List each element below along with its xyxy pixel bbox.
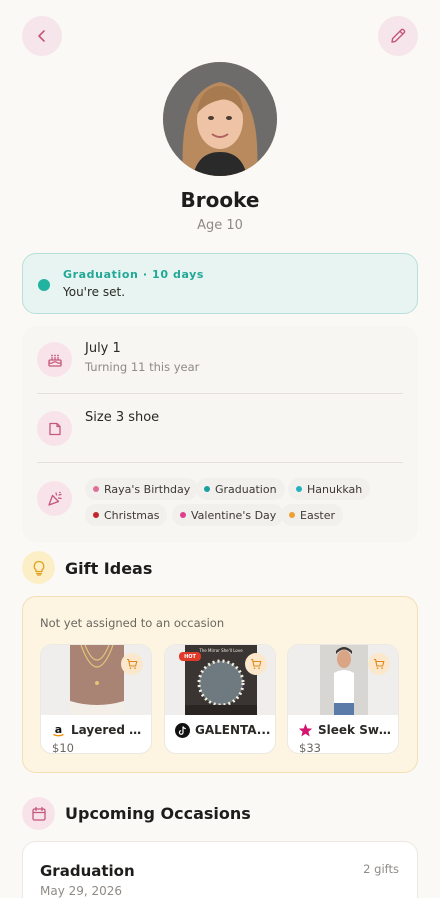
chip-dot (93, 486, 99, 492)
gift-price: $33 (299, 741, 321, 754)
chip-label: Raya's Birthday (104, 482, 191, 496)
gift-ideas-panel: Not yet assigned to an occasion a Layere… (22, 596, 418, 773)
gift-name: Sleek Swe... (318, 723, 396, 737)
birthday-date: July 1 (85, 341, 121, 356)
banner-title: Graduation · 10 days (63, 268, 205, 281)
occasion-chip[interactable]: Easter (281, 504, 344, 526)
chip-label: Christmas (104, 508, 160, 522)
gift-name: GALENTA... (195, 723, 271, 737)
gift-ideas-caption: Not yet assigned to an occasion (40, 616, 225, 630)
chevron-left-icon (38, 30, 45, 42)
occasion-chip[interactable]: Hanukkah (288, 478, 371, 500)
details-card: July 1 Turning 11 this year Size 3 shoe … (22, 326, 418, 542)
occasion-chip[interactable]: Graduation (196, 478, 285, 500)
chip-dot (93, 512, 99, 518)
profile-name: Brooke (180, 188, 260, 212)
next-occasion-banner[interactable]: Graduation · 10 days You're set. (22, 253, 418, 314)
thumb-caption: The Mirror She'll Love (198, 648, 243, 653)
occasion-name: Graduation (40, 862, 135, 880)
party-popper-icon (37, 481, 72, 516)
walmart-star-icon (298, 723, 313, 738)
amazon-icon: a (51, 723, 66, 738)
cake-icon (37, 342, 72, 377)
edit-button[interactable] (378, 16, 418, 56)
birthday-subtitle: Turning 11 this year (85, 360, 200, 374)
chip-dot (204, 486, 210, 492)
divider (37, 393, 403, 394)
chip-label: Graduation (215, 482, 277, 496)
pencil-icon (391, 28, 406, 43)
chip-label: Valentine's Day (191, 508, 277, 522)
occasion-date: May 29, 2026 (40, 884, 123, 898)
chip-dot (180, 512, 186, 518)
gift-card[interactable]: The Mirror She'll Love HOT GALENTA... (164, 644, 276, 754)
divider (37, 462, 403, 463)
cart-icon[interactable] (121, 653, 143, 675)
upcoming-title: Upcoming Occasions (65, 804, 251, 823)
cart-icon[interactable] (245, 653, 267, 675)
profile-age: Age 10 (197, 218, 243, 233)
hot-badge: HOT (179, 652, 201, 661)
calendar-icon (22, 797, 55, 830)
cart-icon[interactable] (368, 653, 390, 675)
occasion-chip[interactable]: Valentine's Day (172, 504, 285, 526)
chip-label: Hanukkah (307, 482, 363, 496)
svg-text:a: a (55, 723, 62, 736)
gift-name: Layered G... (71, 723, 149, 737)
size-note: Size 3 shoe (85, 410, 160, 425)
note-icon (37, 411, 72, 446)
avatar (163, 62, 277, 176)
gift-ideas-title: Gift Ideas (65, 559, 153, 578)
chip-dot (296, 486, 302, 492)
lightbulb-icon (22, 551, 55, 584)
occasion-chip[interactable]: Raya's Birthday (85, 478, 199, 500)
gift-count: 2 gifts (363, 862, 399, 876)
occasion-chip[interactable]: Christmas (85, 504, 168, 526)
gift-card[interactable]: a Layered G... $10 (40, 644, 152, 754)
chip-label: Easter (300, 508, 336, 522)
chip-dot (289, 512, 295, 518)
back-button[interactable] (22, 16, 62, 56)
banner-subtitle: You're set. (63, 285, 126, 299)
occasion-card[interactable]: Graduation May 29, 2026 2 gifts (22, 841, 418, 898)
gift-card[interactable]: Sleek Swe... $33 (287, 644, 399, 754)
status-dot (38, 279, 50, 291)
tiktok-icon (175, 723, 190, 738)
gift-price: $10 (52, 741, 74, 754)
